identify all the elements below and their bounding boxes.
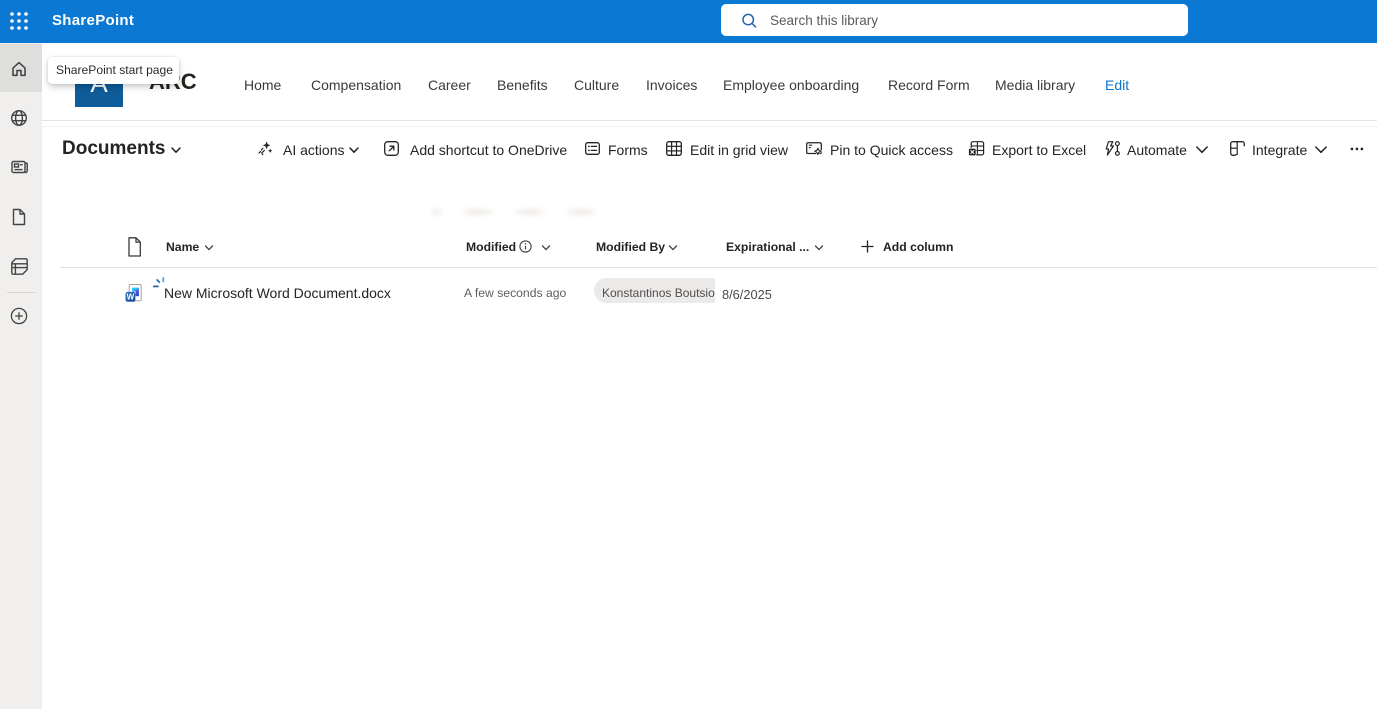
svg-text:W: W (127, 292, 135, 301)
